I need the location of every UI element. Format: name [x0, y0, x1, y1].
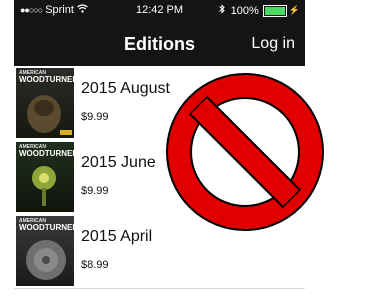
edition-title: 2015 June — [81, 154, 156, 171]
edition-title: 2015 April — [81, 228, 153, 245]
edition-cover: AMERICAN WOODTURNER — [16, 142, 74, 212]
status-right: 100% ⚡ — [218, 4, 300, 17]
bluetooth-icon — [218, 4, 225, 17]
status-bar: ●●○○○ Sprint 12:42 PM 100% ⚡ — [14, 0, 305, 22]
edition-price: $8.99 — [81, 259, 109, 271]
edition-cover: AMERICAN WOODTURNER — [16, 68, 74, 138]
prohibition-icon — [166, 73, 324, 231]
cover-art — [26, 240, 66, 280]
edition-price: $9.99 — [81, 185, 109, 197]
login-button[interactable]: Log in — [251, 35, 295, 53]
edition-price: $9.99 — [81, 111, 109, 123]
cover-art — [27, 95, 72, 135]
battery-percent: 100% — [230, 4, 259, 17]
edition-title: 2015 August — [81, 80, 170, 97]
navigation-bar: Editions Log in — [14, 22, 305, 66]
charging-bolt-icon: ⚡ — [288, 5, 300, 15]
edition-cover: AMERICAN WOODTURNER — [16, 216, 74, 286]
battery-fill — [264, 6, 285, 15]
cover-art — [32, 166, 56, 206]
battery-icon — [262, 4, 287, 17]
